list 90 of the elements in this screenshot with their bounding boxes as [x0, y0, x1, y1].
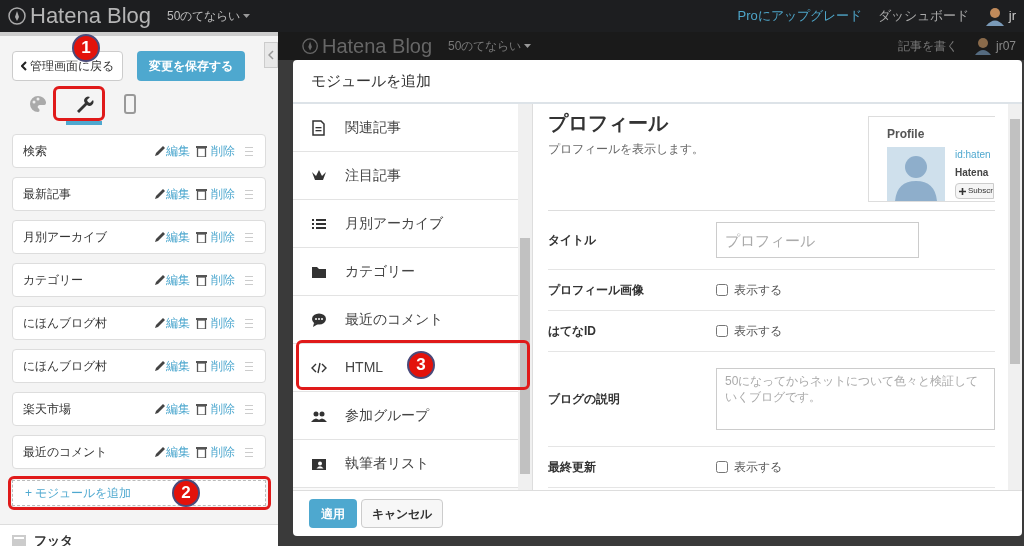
caret-icon — [243, 14, 251, 18]
module-option[interactable]: 執筆者リスト — [293, 440, 519, 488]
module-name: 月別アーカイブ — [23, 229, 108, 246]
logo-icon — [8, 7, 26, 25]
pencil-icon — [154, 145, 166, 157]
module-name: 楽天市場 — [23, 401, 72, 418]
trash-icon — [196, 145, 207, 157]
trash-icon — [196, 231, 207, 243]
pencil-icon — [154, 274, 166, 286]
module-option[interactable]: 参加グループ — [293, 392, 519, 440]
drag-handle-icon — [245, 361, 253, 371]
drag-handle-icon — [245, 232, 253, 242]
logo-icon — [302, 38, 318, 54]
cancel-button[interactable]: キャンセル — [361, 499, 443, 528]
field-label: プロフィール画像 — [548, 282, 645, 299]
module-name: 最新記事 — [23, 186, 72, 203]
avatar-icon — [974, 37, 992, 55]
speech-bubble-icon — [311, 311, 327, 328]
drag-handle-icon — [245, 404, 253, 414]
user-name: jr07 — [996, 38, 1016, 55]
checkbox[interactable] — [716, 461, 728, 473]
pencil-icon — [154, 446, 166, 458]
checkbox[interactable] — [716, 325, 728, 337]
module-description: プロフィールを表示します。 — [548, 141, 704, 158]
trash-icon — [196, 317, 207, 329]
caret-icon — [524, 44, 532, 48]
checkbox-label[interactable]: 表示する — [734, 458, 782, 476]
module-option-label: HTML — [345, 358, 384, 377]
module-option-label: 月別アーカイブ — [345, 214, 443, 233]
pencil-icon — [154, 231, 166, 243]
avatar-placeholder-icon — [887, 147, 945, 201]
module-name: にほんブログ村 — [23, 358, 108, 375]
pencil-icon — [154, 403, 166, 415]
avatar-icon — [984, 6, 1005, 26]
plus-icon — [959, 187, 966, 195]
field-label: タイトル — [548, 232, 597, 249]
drag-handle-icon — [245, 146, 253, 156]
chevron-left-icon — [21, 61, 27, 71]
pencil-icon — [154, 317, 166, 329]
module-option[interactable]: 関連記事 — [293, 104, 519, 152]
module-option-label: 関連記事 — [345, 118, 401, 137]
highlight-frame — [53, 86, 105, 121]
document-icon — [311, 119, 327, 136]
module-option-label: 最近のコメント — [345, 310, 443, 329]
field-label: はてなID — [548, 323, 597, 340]
module-option-label: 注目記事 — [345, 166, 401, 185]
field-label: 最終更新 — [548, 459, 597, 476]
module-option-label: カテゴリー — [345, 262, 415, 281]
trash-icon — [196, 360, 207, 372]
module-name: 検索 — [23, 143, 48, 160]
palette-icon — [28, 94, 48, 114]
module-name: にほんブログ村 — [23, 315, 108, 332]
pencil-icon — [154, 360, 166, 372]
upgrade-link[interactable]: Proにアップグレード — [737, 6, 862, 26]
dashboard-link[interactable]: ダッシュボード — [877, 6, 969, 26]
chevron-icon — [268, 50, 274, 60]
title-input[interactable]: プロフィール — [716, 222, 919, 258]
checkbox-label[interactable]: 表示する — [734, 322, 782, 340]
module-title: プロフィール — [548, 111, 670, 136]
module-option[interactable]: カテゴリー — [293, 248, 519, 296]
checkbox-label[interactable]: 表示する — [734, 281, 782, 299]
scrollbar[interactable] — [518, 104, 532, 490]
module-name: カテゴリー — [23, 272, 84, 289]
drag-handle-icon — [245, 275, 253, 285]
site-logo: Hatena Blog — [322, 36, 433, 56]
field-label: ブログの説明 — [548, 391, 621, 408]
trash-icon — [196, 403, 207, 415]
blog-selector[interactable]: 50のてならい — [167, 7, 241, 25]
checkbox[interactable] — [716, 284, 728, 296]
user-name[interactable]: jr — [1008, 6, 1016, 26]
module-option[interactable]: 最近のコメント — [293, 296, 519, 344]
preview-blog-name: Hatena — [955, 166, 990, 180]
description-textarea[interactable]: 50になってからネットについて色々と検証していくブログです。 — [716, 368, 995, 430]
module-option-label: 執筆者リスト — [345, 454, 429, 473]
preview-heading: Profile — [887, 126, 926, 143]
blog-selector: 50のてならい — [448, 38, 522, 55]
drag-handle-icon — [245, 447, 253, 457]
drag-handle-icon — [245, 189, 253, 199]
module-name: 最近のコメント — [23, 444, 108, 461]
pencil-icon — [154, 188, 166, 200]
trash-icon — [196, 188, 207, 200]
drag-handle-icon — [245, 318, 253, 328]
collapse-handle[interactable] — [264, 42, 278, 68]
site-logo[interactable]: Hatena Blog — [30, 5, 152, 27]
module-option-label: 参加グループ — [345, 406, 429, 425]
module-option[interactable]: 月別アーカイブ — [293, 200, 519, 248]
module-option[interactable]: 注目記事 — [293, 152, 519, 200]
trash-icon — [196, 274, 207, 286]
trash-icon — [196, 446, 207, 458]
scrollbar[interactable] — [1008, 104, 1022, 490]
